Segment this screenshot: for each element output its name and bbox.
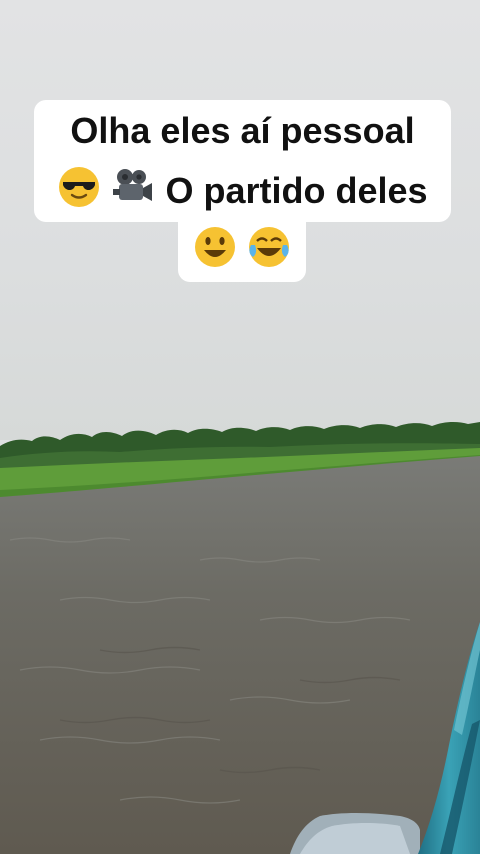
tears-of-joy-emoji xyxy=(247,225,291,269)
caption-line-3 xyxy=(178,220,306,282)
sunglasses-face-emoji xyxy=(57,165,101,209)
caption-line-1: Olha eles aí pessoal xyxy=(34,100,451,162)
caption-line-1-text: Olha eles aí pessoal xyxy=(70,110,415,152)
caption-line-2: O partido deles xyxy=(34,160,451,222)
video-frame: Olha eles aí pessoal O partido deles xyxy=(0,0,480,854)
movie-camera-emoji xyxy=(111,165,155,209)
river-water xyxy=(0,456,480,854)
smiling-face-emoji xyxy=(193,225,237,269)
caption-line-2-text: O partido deles xyxy=(165,170,428,212)
